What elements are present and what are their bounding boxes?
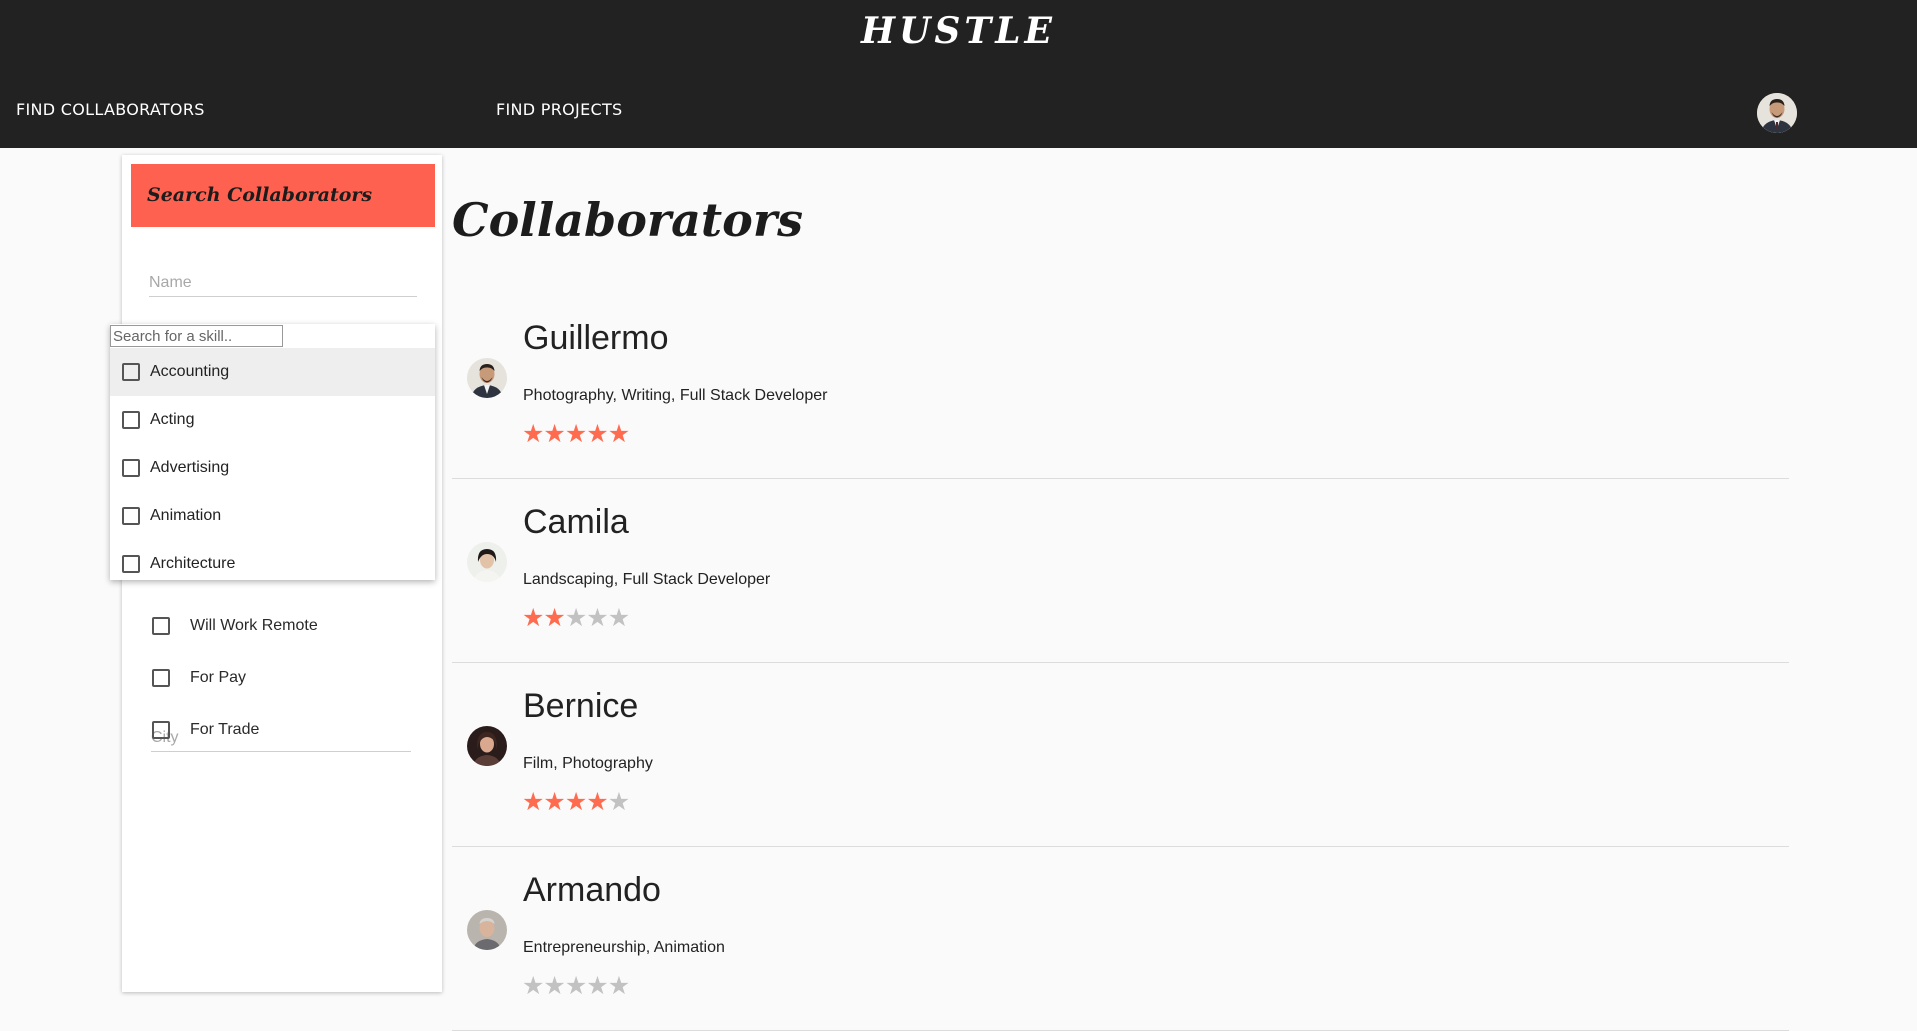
collaborator-name[interactable]: Bernice	[523, 687, 638, 726]
name-input[interactable]	[149, 270, 417, 297]
filter-for-pay[interactable]: For Pay	[152, 666, 246, 690]
rating-stars: ★★★★★	[522, 419, 630, 448]
star-icon: ★	[586, 603, 608, 632]
collaborator-name[interactable]: Guillermo	[523, 319, 668, 358]
star-icon: ★	[586, 419, 608, 448]
star-icon: ★	[586, 971, 608, 1000]
skill-option-accounting[interactable]: Accounting	[110, 348, 435, 396]
checkbox-icon[interactable]	[152, 617, 170, 635]
star-icon: ★	[522, 419, 544, 448]
skill-option-label: Animation	[150, 507, 222, 524]
collaborator-skills: Film, Photography	[523, 755, 653, 772]
star-icon: ★	[522, 787, 544, 816]
collaborator-name[interactable]: Camila	[523, 503, 629, 542]
avatar-image	[467, 910, 507, 950]
rating-stars: ★★★★★	[522, 971, 630, 1000]
top-navbar: HUSTLE FIND COLLABORATORS FIND PROJECTS	[0, 0, 1917, 148]
checkbox-icon[interactable]	[152, 721, 170, 739]
checkbox-icon[interactable]	[152, 669, 170, 687]
star-icon: ★	[607, 787, 630, 816]
collaborator-skills: Photography, Writing, Full Stack Develop…	[523, 387, 828, 404]
search-panel-title: Search Collaborators	[147, 184, 373, 206]
filter-label: For Trade	[190, 721, 260, 738]
star-icon: ★	[607, 419, 630, 448]
skill-option-label: Advertising	[150, 459, 230, 476]
filter-label: For Pay	[190, 669, 247, 686]
search-panel-header: Search Collaborators	[131, 164, 435, 227]
avatar-image	[467, 542, 507, 582]
nav-find-projects[interactable]: FIND PROJECTS	[496, 100, 623, 119]
star-icon: ★	[607, 971, 630, 1000]
avatar-image	[467, 726, 507, 766]
skill-option-architecture[interactable]: Architecture	[110, 540, 435, 580]
app-logo[interactable]: HUSTLE	[0, 10, 1917, 52]
filter-for-trade[interactable]: For Trade	[152, 718, 259, 742]
skill-search-input[interactable]	[110, 325, 283, 347]
collaborator-card[interactable]: Armando Entrepreneurship, Animation ★★★★…	[452, 847, 1789, 1031]
skill-option-label: Acting	[150, 411, 195, 428]
collaborator-avatar	[467, 726, 507, 766]
checkbox-icon[interactable]	[122, 411, 140, 429]
star-icon: ★	[564, 603, 587, 632]
skill-option-advertising[interactable]: Advertising	[110, 444, 435, 492]
skill-option-label: Accounting	[150, 363, 230, 380]
star-icon: ★	[522, 971, 544, 1000]
star-icon: ★	[586, 787, 608, 816]
collaborator-skills: Entrepreneurship, Animation	[523, 939, 725, 956]
rating-stars: ★★★★★	[522, 787, 630, 816]
collaborator-avatar	[467, 542, 507, 582]
collaborator-avatar	[467, 910, 507, 950]
checkbox-icon[interactable]	[122, 507, 140, 525]
star-icon: ★	[543, 603, 565, 632]
star-icon: ★	[564, 787, 587, 816]
star-icon: ★	[543, 971, 565, 1000]
collaborator-card[interactable]: Camila Landscaping, Full Stack Developer…	[452, 479, 1789, 663]
avatar-image	[467, 358, 507, 398]
skill-option-acting[interactable]: Acting	[110, 396, 435, 444]
skill-dropdown[interactable]: Accounting Acting Advertising Animation …	[110, 324, 435, 580]
checkbox-icon[interactable]	[122, 363, 140, 381]
user-avatar[interactable]	[1757, 93, 1797, 133]
star-icon: ★	[543, 787, 565, 816]
skill-option-label: Architecture	[150, 555, 236, 572]
collaborator-avatar	[467, 358, 507, 398]
page-title: Collaborators	[452, 193, 803, 247]
user-avatar-image	[1757, 93, 1797, 133]
nav-find-collaborators[interactable]: FIND COLLABORATORS	[16, 100, 205, 119]
filter-will-work-remote[interactable]: Will Work Remote	[152, 614, 318, 638]
collaborator-skills: Landscaping, Full Stack Developer	[523, 571, 771, 588]
checkbox-icon[interactable]	[122, 555, 140, 573]
star-icon: ★	[564, 419, 587, 448]
filter-label: Will Work Remote	[190, 617, 318, 634]
rating-stars: ★★★★★	[522, 603, 630, 632]
star-icon: ★	[564, 971, 587, 1000]
collaborator-card[interactable]: Bernice Film, Photography ★★★★★	[452, 663, 1789, 847]
skill-option-animation[interactable]: Animation	[110, 492, 435, 540]
star-icon: ★	[522, 603, 544, 632]
checkbox-icon[interactable]	[122, 459, 140, 477]
star-icon: ★	[543, 419, 565, 448]
star-icon: ★	[607, 603, 630, 632]
collaborator-card[interactable]: Guillermo Photography, Writing, Full Sta…	[452, 295, 1789, 479]
collaborator-name[interactable]: Armando	[523, 871, 661, 910]
